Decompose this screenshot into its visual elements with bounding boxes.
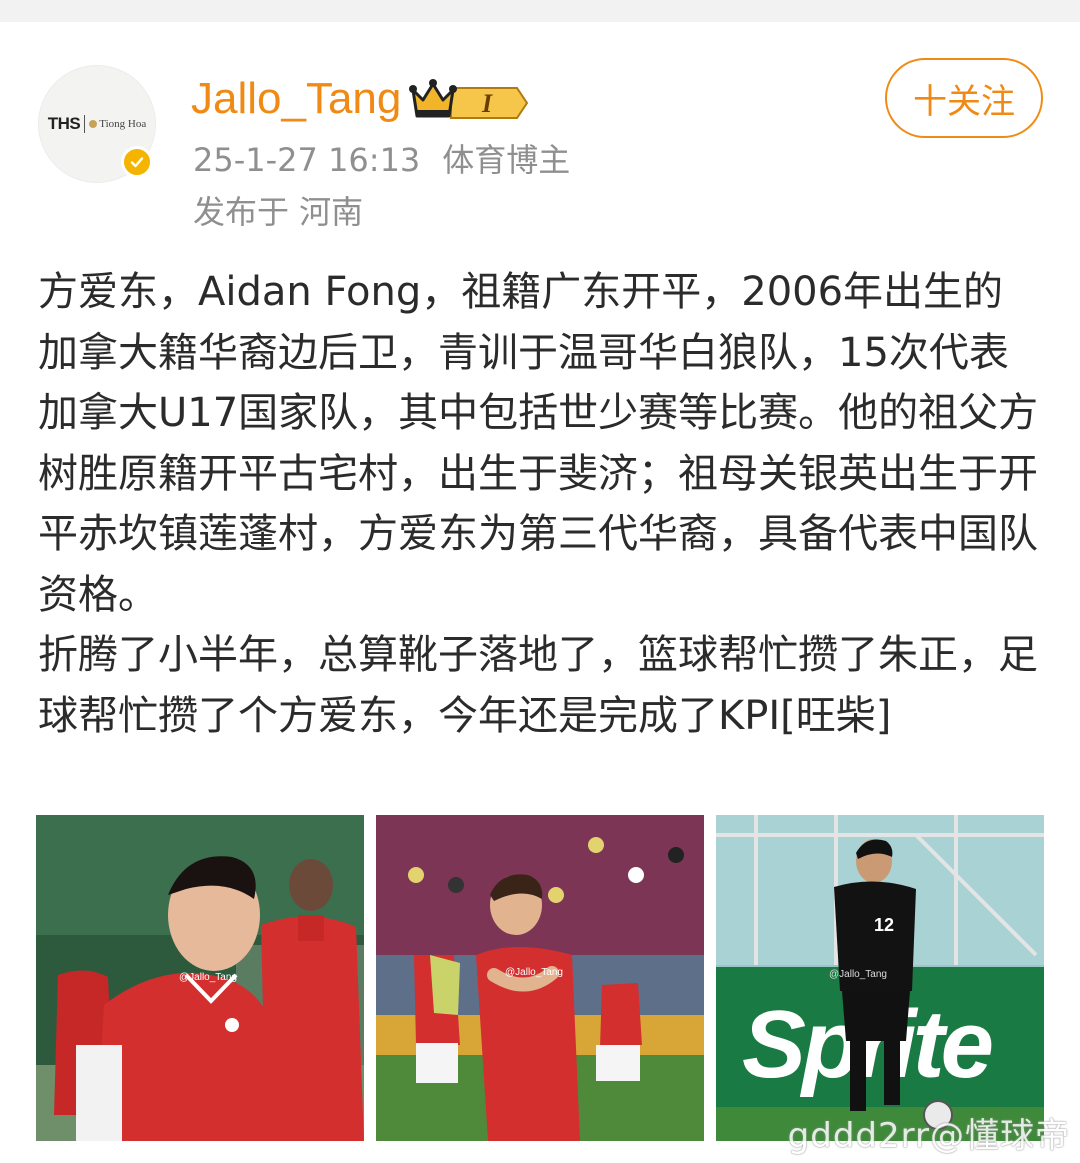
post-body: 方爱东，Aidan Fong，祖籍广东开平，2006年出生的加拿大籍华裔边后卫，… xyxy=(38,262,1042,746)
vip-level-text: I xyxy=(481,89,493,118)
brand-emblem-icon xyxy=(89,120,98,128)
post-image-3[interactable]: Sprite 12 @Jallo_Tang xyxy=(716,815,1044,1141)
avatar-logo-divider xyxy=(84,115,86,133)
verified-badge-icon xyxy=(121,146,153,178)
vip-badge-icon[interactable]: I xyxy=(405,72,529,124)
avatar-logo-text: THS xyxy=(47,114,81,133)
user-category: 体育博主 xyxy=(442,141,571,179)
username[interactable]: Jallo_Tang xyxy=(191,72,401,126)
photo-1-caption: @Jallo_Tang xyxy=(179,972,237,983)
post-image-2[interactable]: @Jallo_Tang xyxy=(376,815,704,1141)
top-strip xyxy=(0,0,1080,22)
photo-3-caption: @Jallo_Tang xyxy=(829,969,887,980)
photo-2-caption: @Jallo_Tang xyxy=(505,967,563,978)
post-timestamp: 25-1-27 16:13 xyxy=(193,141,421,179)
post-meta: 25-1-27 16:13 体育博主 xyxy=(193,138,570,182)
post-paragraph: 方爱东，Aidan Fong，祖籍广东开平，2006年出生的加拿大籍华裔边后卫，… xyxy=(38,269,1039,618)
post-image-1[interactable]: @Jallo_Tang xyxy=(36,815,364,1141)
avatar-logo-brand: Tiong Hoa xyxy=(89,118,146,130)
post-paragraph: 折腾了小半年，总算靴子落地了，篮球帮忙攒了朱正，足球帮忙攒了个方爱东，今年还是完… xyxy=(38,632,1038,739)
post-location: 发布于 河南 xyxy=(193,193,364,231)
jersey-number: 12 xyxy=(874,915,894,935)
avatar-logo-brand-text: Tiong Hoa xyxy=(99,118,147,130)
follow-button[interactable]: 十关注 xyxy=(885,58,1043,138)
watermark: gddd2rr@懂球帝 xyxy=(787,1116,1070,1156)
